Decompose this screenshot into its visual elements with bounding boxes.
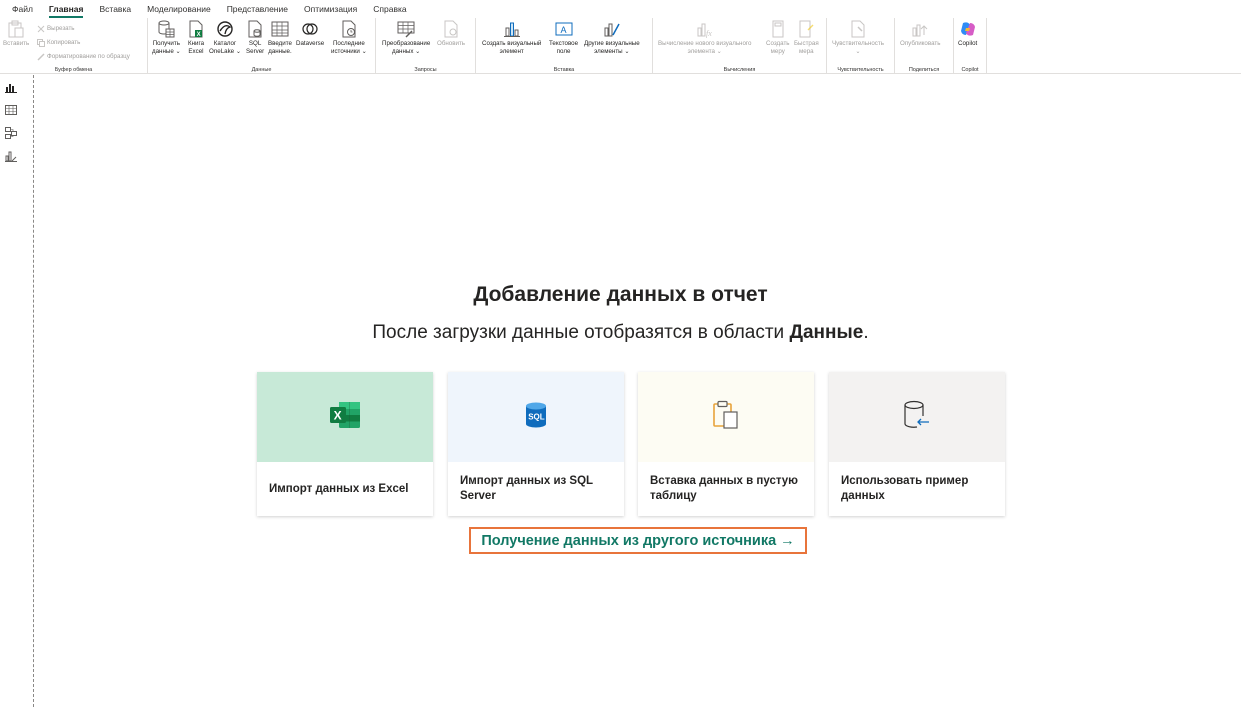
excel-file-icon: X xyxy=(187,20,205,38)
import-excel-card[interactable]: X Импорт данных из Excel xyxy=(257,372,433,516)
transform-data-button[interactable]: Преобразование данных ⌄ xyxy=(382,20,430,56)
quick-measure-icon xyxy=(797,20,815,38)
ribbon: Вставить Вырезать Копировать Форматирова… xyxy=(0,18,1241,74)
get-data-button[interactable]: Получить данные ⌄ xyxy=(152,20,181,56)
quick-measure-button[interactable]: Быстрая мера xyxy=(794,20,819,56)
group-data: Получить данные ⌄ X Книга Excel Каталог … xyxy=(148,18,376,74)
page-title: Добавление данных в отчет xyxy=(473,283,768,306)
ribbon-tabs: Файл Главная Вставка Моделирование Предс… xyxy=(0,0,1241,18)
text-box-icon: A xyxy=(555,20,573,38)
group-label-copilot: Copilot xyxy=(961,67,979,73)
group-queries: Преобразование данных ⌄ Обновить Запросы xyxy=(376,18,476,74)
svg-text:A: A xyxy=(560,25,566,35)
paste-data-card-header xyxy=(638,372,814,462)
svg-text:SQL: SQL xyxy=(528,412,545,421)
group-label-calculations: Вычисления xyxy=(723,67,756,73)
dataverse-icon xyxy=(301,20,319,38)
sample-data-card[interactable]: Использовать пример данных xyxy=(829,372,1005,516)
sensitivity-label-icon xyxy=(849,20,867,38)
refresh-button[interactable]: Обновить xyxy=(437,20,465,48)
canvas-border xyxy=(33,75,34,707)
format-painter-button[interactable]: Форматирование по образцу xyxy=(36,52,130,61)
group-calculations: fx Вычисление нового визуального элемент… xyxy=(653,18,827,74)
group-sensitivity: Чувствительность ⌄ Чувствительность xyxy=(827,18,895,74)
excel-icon: X xyxy=(329,401,361,434)
tab-view[interactable]: Представление xyxy=(221,2,296,18)
group-label-share: Поделиться xyxy=(908,67,940,73)
import-sql-label: Импорт данных из SQL Server xyxy=(460,475,593,502)
tab-file[interactable]: Файл xyxy=(6,2,41,18)
calculator-icon xyxy=(769,20,787,38)
paste-data-label: Вставка данных в пустую таблицу xyxy=(650,475,798,502)
tab-modeling[interactable]: Моделирование xyxy=(141,2,219,18)
svg-text:X: X xyxy=(197,32,201,38)
refresh-file-icon xyxy=(442,20,460,38)
new-measure-button[interactable]: Создать меру xyxy=(766,20,790,56)
sql-database-icon: SQL xyxy=(524,401,548,434)
sensitivity-button[interactable]: Чувствительность ⌄ xyxy=(832,20,884,56)
clipboard-paste-icon xyxy=(712,400,740,435)
import-sql-card-header: SQL xyxy=(448,372,624,462)
group-label-data: Данные xyxy=(251,67,272,73)
tab-home[interactable]: Главная xyxy=(43,2,92,18)
onelake-catalog-button[interactable]: Каталог OneLake ⌄ xyxy=(209,20,241,56)
new-visual-button[interactable]: Создать визуальный элемент xyxy=(482,20,541,56)
table-view-icon[interactable] xyxy=(5,103,17,115)
group-clipboard: Вставить Вырезать Копировать Форматирова… xyxy=(0,18,148,74)
paste-data-card[interactable]: Вставка данных в пустую таблицу xyxy=(638,372,814,516)
model-view-icon[interactable] xyxy=(5,126,17,139)
group-label-sensitivity: Чувствительность xyxy=(837,67,884,73)
group-label-queries: Запросы xyxy=(414,67,437,73)
svg-text:X: X xyxy=(334,408,342,422)
table-grid-icon xyxy=(271,20,289,38)
tab-optimize[interactable]: Оптимизация xyxy=(298,2,365,18)
paste-icon xyxy=(7,20,25,38)
sql-server-button[interactable]: SQL Server xyxy=(246,20,264,56)
dataverse-button[interactable]: Dataverse xyxy=(296,20,324,48)
group-insert: Создать визуальный элемент A Текстовое п… xyxy=(476,18,653,74)
excel-workbook-button[interactable]: X Книга Excel xyxy=(187,20,205,56)
text-box-button[interactable]: A Текстовое поле xyxy=(549,20,578,56)
paste-button[interactable]: Вставить xyxy=(3,20,29,48)
brush-icon xyxy=(36,52,45,61)
publish-button[interactable]: Опубликовать xyxy=(900,20,940,48)
sample-data-card-header xyxy=(829,372,1005,462)
scissors-icon xyxy=(36,24,45,33)
fx-icon: fx xyxy=(696,20,714,38)
import-excel-card-header: X xyxy=(257,372,433,462)
database-table-icon xyxy=(157,20,175,38)
publish-icon xyxy=(911,20,929,38)
import-sql-card[interactable]: SQL Импорт данных из SQL Server xyxy=(448,372,624,516)
sql-file-icon xyxy=(246,20,264,38)
recent-file-icon xyxy=(340,20,358,38)
visuals-gallery-icon xyxy=(603,20,621,38)
more-visuals-button[interactable]: Другие визуальные элементы ⌄ xyxy=(584,20,640,56)
copy-icon xyxy=(36,38,45,47)
copy-button[interactable]: Копировать xyxy=(36,38,80,47)
visual-calculation-button[interactable]: fx Вычисление нового визуального элемент… xyxy=(658,20,751,56)
dax-query-view-icon[interactable] xyxy=(5,149,17,162)
bar-chart-icon xyxy=(503,20,521,38)
copilot-icon xyxy=(959,20,977,38)
view-switcher xyxy=(0,75,22,707)
page-subtitle: После загрузки данные отобразятся в обла… xyxy=(372,322,869,343)
cut-button[interactable]: Вырезать xyxy=(36,24,75,33)
group-copilot: Copilot Copilot xyxy=(954,18,987,74)
group-label-clipboard: Буфер обмена xyxy=(54,67,93,73)
report-view-icon[interactable] xyxy=(5,80,17,93)
group-share: Опубликовать Поделиться xyxy=(895,18,954,74)
svg-text:fx: fx xyxy=(706,29,712,38)
recent-sources-button[interactable]: Последние источники ⌄ xyxy=(331,20,367,56)
sample-database-icon xyxy=(903,400,931,435)
get-data-other-source-link[interactable]: Получение данных из другого источника → xyxy=(469,527,807,554)
group-label-insert: Вставка xyxy=(553,67,575,73)
onelake-icon xyxy=(216,20,234,38)
tab-help[interactable]: Справка xyxy=(367,2,414,18)
copilot-button[interactable]: Copilot xyxy=(958,20,977,48)
import-excel-label: Импорт данных из Excel xyxy=(269,482,409,495)
enter-data-button[interactable]: Введите данные. xyxy=(268,20,292,56)
transform-table-icon xyxy=(397,20,415,38)
sample-data-label: Использовать пример данных xyxy=(841,475,969,502)
tab-insert[interactable]: Вставка xyxy=(93,2,139,18)
